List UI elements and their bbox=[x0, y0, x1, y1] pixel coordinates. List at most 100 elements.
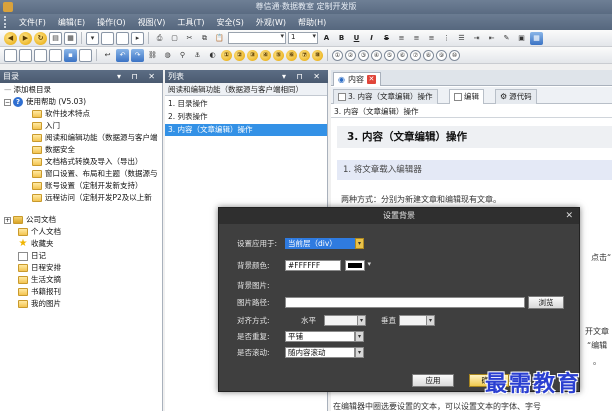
pane-controls[interactable]: ▾ ⊓ ✕ bbox=[282, 70, 324, 83]
menu-file[interactable]: 文件(F) bbox=[13, 17, 52, 28]
link-icon[interactable]: ⛓ bbox=[146, 49, 159, 62]
new-doc-icon[interactable]: ▾ bbox=[86, 31, 99, 45]
bg-color-input[interactable]: #FFFFFF bbox=[285, 260, 341, 271]
italic-button[interactable]: I bbox=[365, 32, 378, 45]
print-icon[interactable]: ⎙ bbox=[153, 32, 166, 45]
align-right-icon[interactable]: ≡ bbox=[425, 32, 438, 45]
menu-view[interactable]: 视图(V) bbox=[132, 17, 172, 28]
menu-tools[interactable]: 工具(T) bbox=[171, 17, 210, 28]
tree-item-favorites[interactable]: ★ 收藏夹 bbox=[18, 238, 54, 250]
tree-item-schedule[interactable]: 日程安排 bbox=[18, 262, 61, 274]
circled-2-icon[interactable]: ② bbox=[345, 49, 356, 61]
tree-item-tech-features[interactable]: 软件技术特点 bbox=[32, 108, 90, 120]
number-2-icon[interactable]: ② bbox=[234, 49, 245, 61]
list-item-selected[interactable]: 3. 内容（文章编辑）操作 bbox=[165, 124, 327, 136]
font-color-icon[interactable]: A bbox=[320, 32, 333, 45]
document-heading[interactable]: 3. 内容（文章编辑）操作 bbox=[337, 126, 612, 148]
menu-operate[interactable]: 操作(O) bbox=[91, 17, 132, 28]
font-family-combo[interactable] bbox=[228, 32, 286, 44]
horizontal-align-select[interactable] bbox=[324, 315, 359, 326]
page-icon[interactable] bbox=[34, 48, 47, 62]
bold-button[interactable]: B bbox=[335, 32, 348, 45]
list-item[interactable]: 1. 目录操作 bbox=[165, 98, 327, 110]
circled-7-icon[interactable]: ⑦ bbox=[410, 49, 421, 61]
tree-item-life-digest[interactable]: 生活文摘 bbox=[18, 274, 61, 286]
underline-button[interactable]: U bbox=[350, 32, 363, 45]
tree-item-diary[interactable]: 日记 bbox=[18, 250, 46, 262]
vertical-align-select[interactable] bbox=[399, 315, 427, 326]
list-item[interactable]: 2. 列表操作 bbox=[165, 111, 327, 123]
tree-item-read-edit[interactable]: 阅读和编辑功能（数据源与客户端 bbox=[32, 132, 158, 144]
page-icon[interactable] bbox=[79, 48, 92, 62]
tree-item-getting-started[interactable]: 入门 bbox=[32, 120, 60, 132]
close-icon[interactable]: ✕ bbox=[366, 75, 376, 84]
tree-item-window-layout[interactable]: 窗口设置、布局和主题（数据源与 bbox=[32, 168, 158, 180]
circled-3-icon[interactable]: ③ bbox=[358, 49, 369, 61]
globe-icon[interactable]: ◍ bbox=[161, 49, 174, 62]
menu-help[interactable]: 帮助(H) bbox=[292, 17, 332, 28]
paste-icon[interactable]: 📋 bbox=[213, 32, 226, 45]
circled-10-icon[interactable]: ⑩ bbox=[449, 49, 460, 61]
menu-edit[interactable]: 编辑(E) bbox=[52, 17, 91, 28]
undo-icon[interactable]: ↶ bbox=[116, 48, 129, 62]
redo-icon[interactable]: ↷ bbox=[131, 48, 144, 62]
number-6-icon[interactable]: ⑥ bbox=[286, 49, 297, 61]
number-5-icon[interactable]: ⑤ bbox=[273, 49, 284, 61]
bullet-list-icon[interactable]: ☰ bbox=[455, 32, 468, 45]
circled-9-icon[interactable]: ⑨ bbox=[436, 49, 447, 61]
menu-security[interactable]: 安全(S) bbox=[211, 17, 250, 28]
document-paragraph[interactable]: 两种方式：分别为新建文章和编辑现有文章。 bbox=[341, 194, 501, 205]
color-picker-swatch[interactable] bbox=[345, 260, 371, 271]
image-icon[interactable]: ▣ bbox=[515, 32, 528, 45]
circled-5-icon[interactable]: ⑤ bbox=[384, 49, 395, 61]
align-left-icon[interactable]: ≡ bbox=[395, 32, 408, 45]
page-icon[interactable] bbox=[19, 48, 32, 62]
tree-item-company-docs[interactable]: + 公司文档 bbox=[4, 214, 56, 226]
page-icon[interactable] bbox=[4, 48, 17, 62]
chevron-down-icon[interactable]: ▾ bbox=[355, 347, 364, 358]
insert-icon[interactable]: ▸ bbox=[131, 31, 144, 45]
image-path-input[interactable] bbox=[285, 297, 525, 308]
floppy-icon[interactable]: ▪ bbox=[64, 48, 77, 62]
subtab-preview[interactable]: 3. 内容（文章编辑）操作 bbox=[333, 89, 438, 104]
subtab-edit[interactable]: 编辑 bbox=[449, 89, 484, 104]
tree-item-help[interactable]: − ? 使用帮助 (V5.03) bbox=[4, 96, 86, 108]
list-column-header[interactable]: 阅读和编辑功能（数据源与客户端相同） bbox=[165, 83, 327, 96]
repeat-select[interactable]: 平铺 bbox=[285, 331, 355, 342]
copy-icon[interactable]: ⧉ bbox=[198, 32, 211, 45]
numbered-list-icon[interactable]: ⋮ bbox=[440, 32, 453, 45]
tab-content[interactable]: ◉ 内容 ✕ bbox=[333, 72, 381, 86]
table-icon[interactable]: ▦ bbox=[530, 31, 543, 45]
tree-item-remote-access[interactable]: 远程访问（定制开发P2及以上新 bbox=[32, 192, 152, 204]
outdent-icon[interactable]: ⇤ bbox=[485, 32, 498, 45]
document-subheading[interactable]: 1. 将文章载入编辑器 bbox=[337, 160, 612, 180]
circled-4-icon[interactable]: ④ bbox=[371, 49, 382, 61]
number-3-icon[interactable]: ③ bbox=[247, 49, 258, 61]
chevron-down-icon[interactable]: ▾ bbox=[426, 315, 435, 326]
open-icon[interactable]: ▤ bbox=[49, 31, 62, 45]
search-icon[interactable]: ⚲ bbox=[176, 49, 189, 62]
pane-controls[interactable]: ▾ ⊓ ✕ bbox=[117, 70, 159, 83]
tree-item-account-settings[interactable]: 账号设置（定制开发新支持） bbox=[32, 180, 143, 192]
anchor-icon[interactable]: ⚓ bbox=[191, 49, 204, 62]
tree-item-books[interactable]: 书籍报刊 bbox=[18, 286, 61, 298]
circled-6-icon[interactable]: ⑥ bbox=[397, 49, 408, 61]
scroll-select[interactable]: 随内容滚动 bbox=[285, 347, 355, 358]
tree-item-format-convert[interactable]: 文档格式转换及导入（导出） bbox=[32, 156, 143, 168]
cut-icon[interactable]: ✂ bbox=[183, 32, 196, 45]
number-1-icon[interactable]: ① bbox=[221, 49, 232, 61]
arrow-back-icon[interactable]: ↩ bbox=[101, 49, 114, 62]
tree-item-personal-docs[interactable]: 个人文档 bbox=[18, 226, 61, 238]
tree-item-add-root[interactable]: — 添加根目录 bbox=[4, 84, 51, 96]
browse-button[interactable]: 浏览 bbox=[528, 296, 564, 309]
font-size-combo[interactable]: 1 bbox=[288, 32, 318, 44]
strike-button[interactable]: S bbox=[380, 32, 393, 45]
number-7-icon[interactable]: ⑦ bbox=[299, 49, 310, 61]
number-4-icon[interactable]: ④ bbox=[260, 49, 271, 61]
document-bottom-text[interactable]: 在编辑器中圈选要设置的文本，可以设置文本的字体、字号 bbox=[333, 401, 541, 411]
widget-icon[interactable]: ◐ bbox=[206, 49, 219, 62]
circled-1-icon[interactable]: ① bbox=[332, 49, 343, 61]
page-icon[interactable] bbox=[49, 48, 62, 62]
subtab-source[interactable]: ⚙ 源代码 bbox=[495, 89, 537, 104]
collapse-icon[interactable]: − bbox=[4, 98, 11, 106]
